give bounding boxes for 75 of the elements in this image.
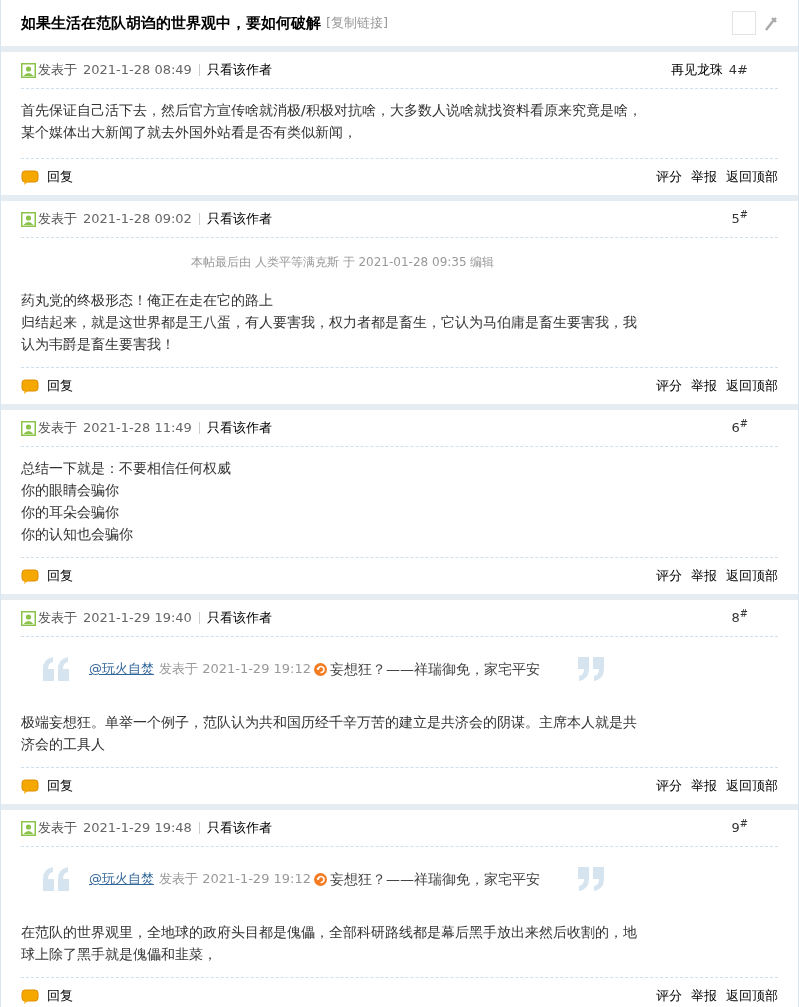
open-quote-icon bbox=[43, 657, 71, 681]
reply-link[interactable]: 回复 bbox=[47, 986, 73, 1006]
action-link[interactable]: 评分 bbox=[656, 376, 682, 396]
posted-label: 发表于 bbox=[38, 210, 77, 229]
avatar-icon bbox=[21, 820, 36, 836]
only-author-link[interactable]: 只看该作者 bbox=[206, 209, 272, 229]
post-text: 总结一下就是：不要相信任何权威 bbox=[21, 459, 232, 478]
posted-label: 发表于 bbox=[38, 419, 77, 438]
quoted-text: 妄想狂？——祥瑞御免，家宅平安 bbox=[330, 869, 540, 889]
open-quote-icon bbox=[43, 867, 71, 891]
reply-icon bbox=[21, 378, 39, 394]
post-text: 你的眼睛会骗你 bbox=[21, 481, 120, 500]
action-link[interactable]: 举报 bbox=[691, 986, 717, 1006]
edit-note: 本帖最后由 人类平等满克斯 于 2021-01-28 09:35 编辑 bbox=[190, 254, 496, 271]
post-time: 2021-1-28 09:02 bbox=[83, 210, 192, 229]
quoted-user-link[interactable]: @玩火自焚 bbox=[89, 869, 154, 889]
posted-label: 发表于 bbox=[38, 609, 77, 628]
action-link[interactable]: 返回顶部 bbox=[726, 566, 778, 586]
only-author-link[interactable]: 只看该作者 bbox=[206, 60, 272, 80]
close-quote-icon bbox=[576, 657, 604, 681]
avatar-icon bbox=[21, 420, 36, 436]
action-link[interactable]: 评分 bbox=[656, 167, 682, 187]
post-text: 在范队的世界观里，全地球的政府头目都是傀儡，全部科研路线都是幕后黑手放出来然后收割的，地球上除了黑手就是傀儡和韭菜， bbox=[21, 923, 638, 964]
author-name: 再见龙珠 bbox=[670, 61, 723, 80]
only-author-link[interactable]: 只看该作者 bbox=[206, 608, 272, 628]
post-text: 你的认知也会骗你 bbox=[21, 525, 134, 544]
reply-icon bbox=[21, 169, 39, 185]
only-author-link[interactable]: 只看该作者 bbox=[206, 818, 272, 838]
action-link[interactable]: 评分 bbox=[656, 986, 682, 1006]
post-time: 2021-1-29 19:40 bbox=[83, 609, 192, 628]
post-time: 2021-1-29 19:48 bbox=[83, 819, 192, 838]
quoted-user-link[interactable]: @玩火自焚 bbox=[89, 659, 154, 679]
posted-label: 发表于 bbox=[38, 819, 77, 838]
post-text: 首先保证自己活下去，然后官方宣传啥就消极/积极对抗啥，大多数人说啥就找资料看原来究竟是啥，某个媒体出大新闻了就去外国外站看是否有类似新闻， bbox=[21, 101, 643, 142]
post-time: 2021-1-28 08:49 bbox=[83, 61, 192, 80]
action-link[interactable]: 举报 bbox=[691, 167, 717, 187]
floor-number: 5$^{#}$ bbox=[731, 209, 748, 229]
thread-title: 如果生活在范队胡诌的世界观中，要如何破解 bbox=[21, 12, 321, 34]
quoted-time: 发表于 2021-1-29 19:12 bbox=[159, 660, 311, 679]
reply-icon bbox=[21, 778, 39, 794]
jump-icon[interactable] bbox=[314, 872, 327, 886]
action-link[interactable]: 评分 bbox=[656, 776, 682, 796]
post-text: 归结起来，就是这世界都是王八蛋，有人要害我，权力者都是畜生，它认为马伯庸是畜生要害我，我认为韦爵是畜生要害我！ bbox=[21, 313, 638, 354]
floor-number: 9$^{#}$ bbox=[731, 818, 748, 838]
action-link[interactable]: 举报 bbox=[691, 376, 717, 396]
quoted-text: 妄想狂？——祥瑞御免，家宅平安 bbox=[330, 659, 540, 679]
reply-link[interactable]: 回复 bbox=[47, 566, 73, 586]
action-link[interactable]: 返回顶部 bbox=[726, 167, 778, 187]
action-link[interactable]: 评分 bbox=[656, 566, 682, 586]
action-link[interactable]: 返回顶部 bbox=[726, 376, 778, 396]
reply-icon bbox=[21, 568, 39, 584]
reply-link[interactable]: 回复 bbox=[47, 776, 73, 796]
quoted-time: 发表于 2021-1-29 19:12 bbox=[159, 870, 311, 889]
floor-number: 8$^{#}$ bbox=[731, 608, 748, 628]
post-text: 药丸党的终极形态！俺正在走在它的路上 bbox=[21, 291, 274, 310]
action-link[interactable]: 举报 bbox=[691, 776, 717, 796]
floor-number: 4# bbox=[728, 61, 748, 80]
reply-icon bbox=[21, 988, 39, 1004]
jump-icon[interactable] bbox=[314, 662, 327, 676]
post-text: 极端妄想狂。单举一个例子，范队认为共和国历经千辛万苦的建立是共济会的阴谋。主席本人就是共济会的工具人 bbox=[21, 713, 638, 754]
post-time: 2021-1-28 11:49 bbox=[83, 419, 192, 438]
posted-label: 发表于 bbox=[38, 61, 77, 80]
action-link[interactable]: 返回顶部 bbox=[726, 986, 778, 1006]
reply-link[interactable]: 回复 bbox=[47, 167, 73, 187]
action-link[interactable]: 举报 bbox=[691, 566, 717, 586]
only-author-link[interactable]: 只看该作者 bbox=[206, 418, 272, 438]
reply-link[interactable]: 回复 bbox=[47, 376, 73, 396]
avatar-icon bbox=[21, 62, 36, 78]
post-text: 你的耳朵会骗你 bbox=[21, 503, 120, 522]
avatar-icon bbox=[21, 211, 36, 227]
action-link[interactable]: 返回顶部 bbox=[726, 776, 778, 796]
avatar-icon bbox=[21, 610, 36, 626]
close-quote-icon bbox=[576, 867, 604, 891]
wrench-icon[interactable] bbox=[764, 15, 778, 31]
floor-number: 6$^{#}$ bbox=[731, 418, 748, 438]
